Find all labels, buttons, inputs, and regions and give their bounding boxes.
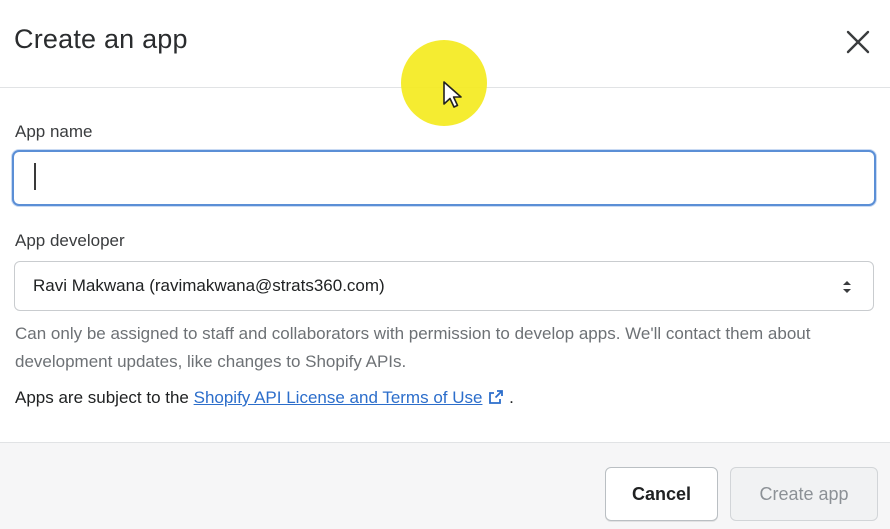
terms-link[interactable]: Shopify API License and Terms of Use	[194, 388, 483, 407]
close-icon	[846, 30, 870, 54]
create-app-button[interactable]: Create app	[730, 467, 878, 521]
terms-suffix: .	[504, 388, 514, 407]
app-name-label: App name	[15, 122, 93, 141]
select-arrows-icon	[843, 281, 851, 293]
external-link-icon[interactable]	[488, 389, 504, 405]
modal-footer: Cancel Create app	[0, 442, 890, 529]
close-button[interactable]	[840, 24, 876, 60]
app-name-input[interactable]	[12, 150, 876, 206]
cancel-button[interactable]: Cancel	[605, 467, 718, 521]
app-developer-selected-value: Ravi Makwana (ravimakwana@strats360.com)	[33, 276, 385, 295]
app-developer-select[interactable]: Ravi Makwana (ravimakwana@strats360.com)	[14, 261, 874, 311]
terms-prefix: Apps are subject to the	[15, 388, 194, 407]
terms-notice: Apps are subject to the Shopify API Lice…	[15, 388, 514, 408]
create-app-modal: Create an app App name App developer Rav…	[0, 0, 890, 529]
mouse-pointer-icon	[443, 81, 462, 108]
app-developer-help-text: Can only be assigned to staff and collab…	[15, 324, 811, 371]
app-developer-label: App developer	[15, 231, 125, 250]
modal-title: Create an app	[14, 24, 188, 54]
text-caret	[34, 163, 36, 190]
